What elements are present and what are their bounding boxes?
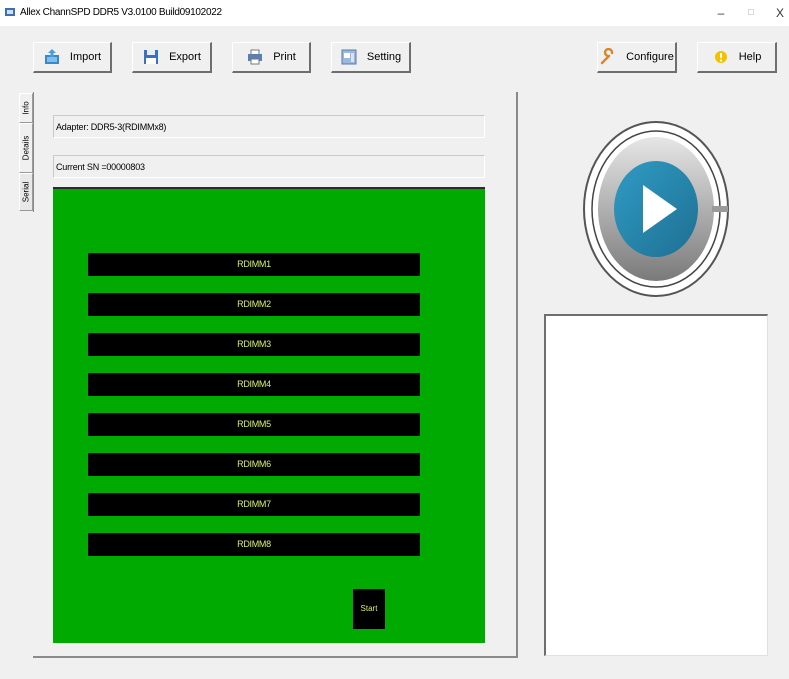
slot-rdimm8[interactable]: RDIMM8 xyxy=(88,533,420,556)
minimize-button[interactable]: – xyxy=(711,4,731,22)
printer-icon xyxy=(248,49,263,65)
print-button[interactable]: Print xyxy=(232,42,311,73)
tab-details-label: Details xyxy=(21,135,31,161)
setting-label: Setting xyxy=(366,51,402,63)
floppy-disk-icon xyxy=(144,50,159,64)
tab-info[interactable]: Info xyxy=(19,93,33,123)
wrench-icon xyxy=(600,48,614,65)
export-button[interactable]: Export xyxy=(132,42,212,73)
configure-button[interactable]: Configure xyxy=(597,42,677,73)
import-label: Import xyxy=(69,51,102,63)
side-tabs: Info Details Serial xyxy=(19,93,33,213)
title-bar: Allex ChannSPD DDR5 V3.0100 Build0910202… xyxy=(0,0,789,26)
export-label: Export xyxy=(169,51,201,63)
app-icon xyxy=(5,8,15,16)
import-icon xyxy=(44,49,59,64)
slot-rdimm5[interactable]: RDIMM5 xyxy=(88,413,420,436)
adapter-board: RDIMM1 RDIMM2 RDIMM3 RDIMM4 RDIMM5 RDIMM… xyxy=(53,187,485,643)
start-button[interactable]: Start xyxy=(353,589,385,629)
adapter-field: Adapter: DDR5-3(RDIMMx8) xyxy=(53,115,485,138)
help-icon xyxy=(714,51,727,63)
tab-serial[interactable]: Serial xyxy=(19,173,33,211)
setting-button[interactable]: Setting xyxy=(331,42,411,73)
log-output[interactable] xyxy=(544,314,768,656)
window-title: Allex ChannSPD DDR5 V3.0100 Build0910202… xyxy=(20,7,222,18)
close-button[interactable]: X xyxy=(770,4,789,22)
slot-rdimm3[interactable]: RDIMM3 xyxy=(88,333,420,356)
slot-rdimm2[interactable]: RDIMM2 xyxy=(88,293,420,316)
maximize-button[interactable]: □ xyxy=(741,4,761,22)
import-button[interactable]: Import xyxy=(33,42,112,73)
slot-rdimm7[interactable]: RDIMM7 xyxy=(88,493,420,516)
tab-info-label: Info xyxy=(21,101,31,115)
print-label: Print xyxy=(273,51,296,63)
help-button[interactable]: Help xyxy=(697,42,777,73)
play-button[interactable] xyxy=(583,121,730,297)
configure-label: Configure xyxy=(626,51,674,63)
settings-window-icon xyxy=(341,49,357,65)
slot-rdimm6[interactable]: RDIMM6 xyxy=(88,453,420,476)
tab-details[interactable]: Details xyxy=(19,123,33,173)
help-label: Help xyxy=(738,51,762,63)
current-sn-field: Current SN =00000803 xyxy=(53,155,485,178)
slot-rdimm4[interactable]: RDIMM4 xyxy=(88,373,420,396)
slot-rdimm1[interactable]: RDIMM1 xyxy=(88,253,420,276)
tab-serial-label: Serial xyxy=(21,181,31,203)
